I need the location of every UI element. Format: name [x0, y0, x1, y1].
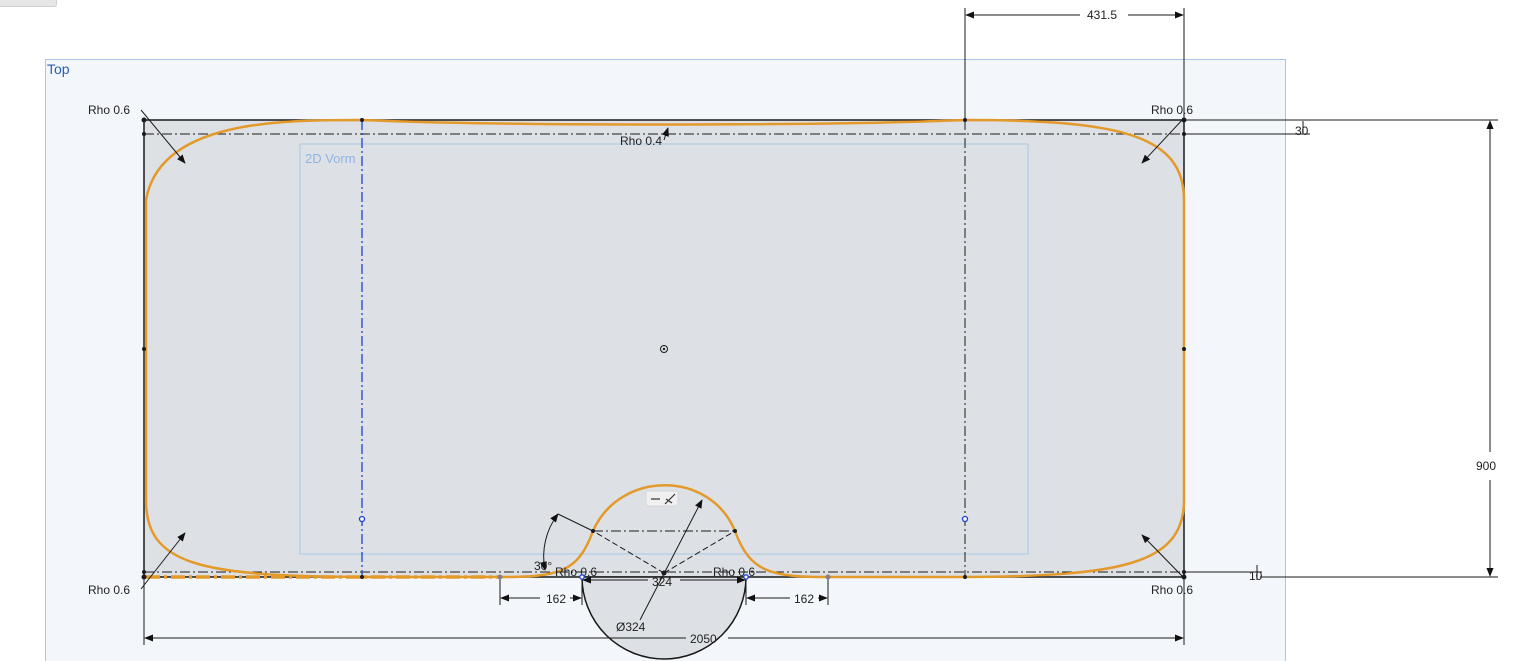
dimension-height-value[interactable]: 900	[1476, 459, 1496, 473]
dimension-left-segment-value[interactable]: 162	[546, 592, 566, 606]
rho-label-notch-left[interactable]: Rho 0.6	[555, 565, 597, 579]
dimension-notch-diameter-value[interactable]: Ø324	[616, 620, 646, 634]
dimension-height[interactable]	[1260, 119, 1498, 578]
dimension-top-width-value[interactable]: 431.5	[1087, 8, 1117, 22]
region-label: 2D Vorm	[305, 151, 356, 166]
plane-label: Top	[47, 61, 70, 77]
constraint-badge[interactable]	[645, 490, 679, 507]
dimension-right-segment-value[interactable]: 162	[794, 592, 814, 606]
rho-label-notch-right[interactable]: Rho 0.6	[713, 565, 755, 579]
rho-label-top-mid[interactable]: Rho 0.4	[620, 134, 662, 148]
dimension-angle-value[interactable]: 30°	[534, 559, 552, 573]
sketch-canvas[interactable]: Top 2D Vorm Rho 0.6 Rho 0.6 Rho 0.6 Rho …	[0, 0, 1519, 661]
rho-label-bottom-right[interactable]: Rho 0.6	[1151, 583, 1193, 597]
dimension-top-offset-value[interactable]: 30	[1295, 124, 1309, 138]
rho-label-top-left[interactable]: Rho 0.6	[88, 103, 130, 117]
rho-label-bottom-left[interactable]: Rho 0.6	[88, 583, 130, 597]
dimension-total-width-value[interactable]: 2050	[690, 632, 717, 646]
dimension-bottom-offset-value[interactable]: 10	[1249, 569, 1263, 583]
rho-label-top-right[interactable]: Rho 0.6	[1151, 103, 1193, 117]
